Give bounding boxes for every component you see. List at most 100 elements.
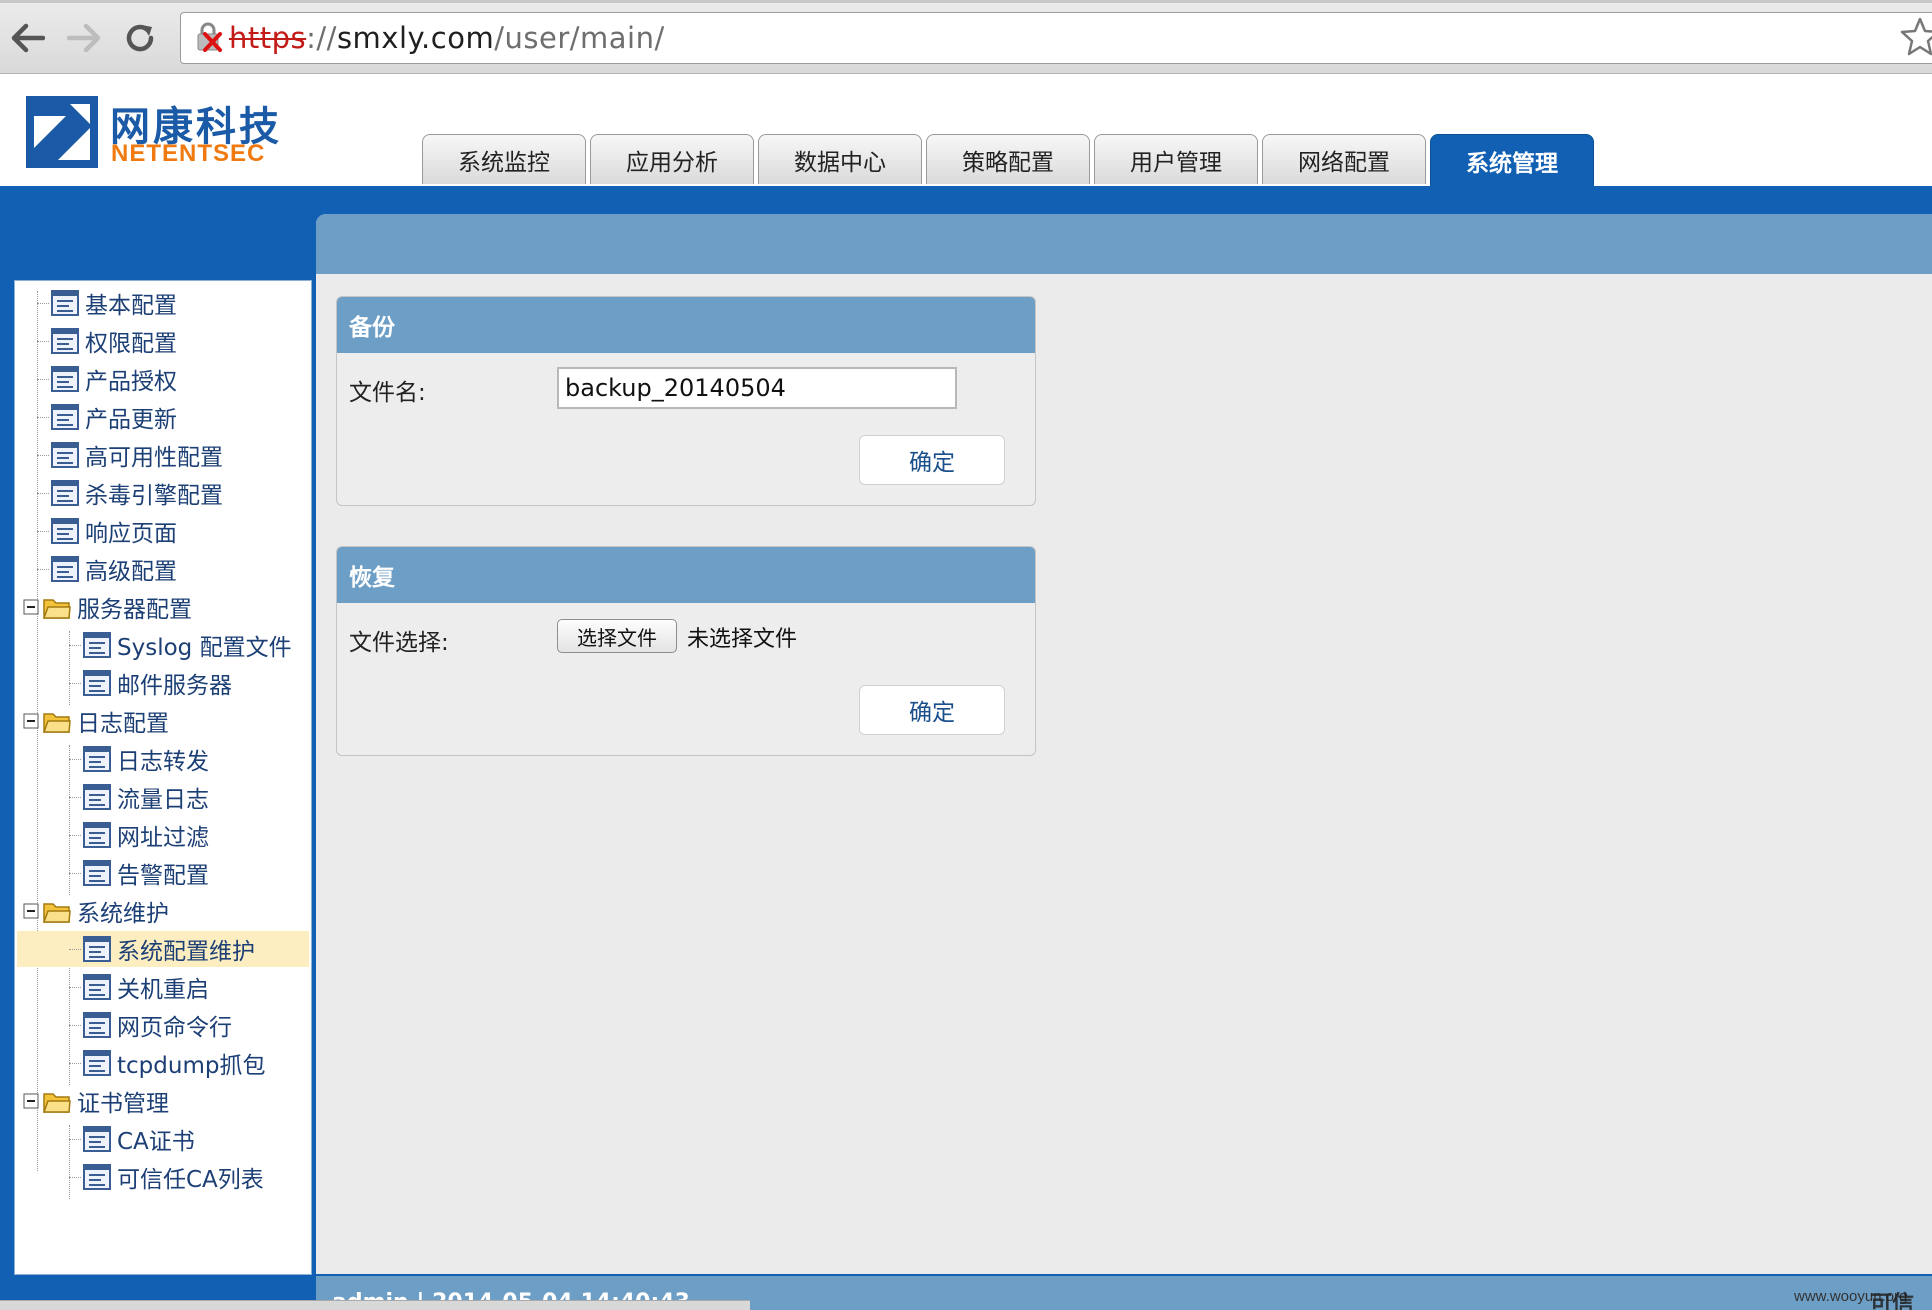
tree-branch: [69, 796, 81, 798]
tree-branch: [69, 1024, 81, 1026]
sidebar-item-url-filter[interactable]: 网址过滤: [69, 817, 209, 853]
restore-confirm-button[interactable]: 确定: [859, 685, 1005, 735]
tab-system-management[interactable]: 系统管理: [1430, 134, 1594, 186]
sidebar-item-alert-config[interactable]: 告警配置: [69, 855, 209, 891]
sidebar-item-label: 可信任CA列表: [117, 1167, 264, 1193]
sidebar-item-permission-config[interactable]: 权限配置: [37, 323, 177, 359]
reload-button[interactable]: [120, 18, 160, 58]
collapse-toggle-icon[interactable]: [23, 599, 39, 615]
sidebar-tree: 基本配置 权限配置 产品授权 产品更新 高可用性配置 杀毒引擎配置 响应页面 高…: [14, 280, 312, 1275]
sidebar-item-label: 网页命令行: [117, 1015, 232, 1041]
sidebar-item-ca-certificate[interactable]: CA证书: [69, 1121, 195, 1157]
page-icon: [83, 936, 111, 962]
sidebar-item-label: tcpdump抓包: [117, 1053, 266, 1079]
content-header-bar: [316, 214, 1932, 274]
folder-open-icon: [43, 1093, 71, 1113]
star-icon: [1900, 17, 1932, 56]
forward-button[interactable]: [64, 18, 104, 58]
sidebar-folder-system-maintenance[interactable]: 系统维护: [23, 893, 169, 929]
address-bar[interactable]: https://smxly.com/user/main/: [180, 12, 1932, 64]
sidebar-item-log-forward[interactable]: 日志转发: [69, 741, 209, 777]
tree-branch: [37, 530, 49, 532]
page-icon: [83, 860, 111, 886]
no-file-chosen-text: 未选择文件: [687, 627, 798, 652]
sidebar-item-label: 告警配置: [117, 863, 209, 889]
back-button[interactable]: [8, 18, 48, 58]
tree-branch: [69, 948, 81, 950]
sidebar-item-label: 网址过滤: [117, 825, 209, 851]
collapse-toggle-icon[interactable]: [23, 1093, 39, 1109]
collapse-toggle-icon[interactable]: [23, 903, 39, 919]
tab-policy-config[interactable]: 策略配置: [926, 134, 1090, 184]
restore-panel: 恢复 文件选择: 选择文件 未选择文件 确定: [336, 546, 1036, 756]
sidebar-folder-server-config[interactable]: 服务器配置: [23, 589, 192, 625]
tab-app-analysis[interactable]: 应用分析: [590, 134, 754, 184]
sidebar-item-product-license[interactable]: 产品授权: [37, 361, 177, 397]
tree-branch: [69, 758, 81, 760]
url-separator: ://: [306, 21, 337, 55]
tree-branch: [69, 682, 81, 684]
sidebar-item-product-update[interactable]: 产品更新: [37, 399, 177, 435]
corner-label: 可信: [1870, 1292, 1915, 1310]
sidebar-item-advanced-config[interactable]: 高级配置: [37, 551, 177, 587]
tree-branch: [37, 568, 49, 570]
sidebar-item-basic-config[interactable]: 基本配置: [37, 285, 177, 321]
sidebar-item-label: 邮件服务器: [117, 673, 232, 699]
broken-lock-icon: [197, 22, 222, 52]
page-icon: [83, 1012, 111, 1038]
page-icon: [83, 822, 111, 848]
sidebar-item-mail-server[interactable]: 邮件服务器: [69, 665, 232, 701]
url-scheme: https: [229, 21, 307, 55]
sidebar-item-label: 服务器配置: [77, 597, 192, 623]
sidebar-item-traffic-log[interactable]: 流量日志: [69, 779, 209, 815]
tab-data-center[interactable]: 数据中心: [758, 134, 922, 184]
url-path: /user/main/: [494, 21, 665, 55]
sidebar-item-label: 杀毒引擎配置: [85, 483, 223, 509]
page-icon: [51, 556, 79, 582]
tree-branch: [37, 454, 49, 456]
main-content: 备份 文件名: 确定 恢复 文件选择: 选择文件 未选择文件 确定: [316, 214, 1932, 1274]
tree-branch: [69, 1138, 81, 1140]
tab-user-management[interactable]: 用户管理: [1094, 134, 1258, 184]
tree-branch: [69, 872, 81, 874]
sidebar-item-web-cli[interactable]: 网页命令行: [69, 1007, 232, 1043]
tab-strip-edge: [0, 0, 1932, 3]
sidebar-item-tcpdump[interactable]: tcpdump抓包: [69, 1045, 265, 1081]
tab-system-monitor[interactable]: 系统监控: [422, 134, 586, 184]
page-icon: [51, 442, 79, 468]
sidebar-item-label: 产品授权: [85, 369, 177, 395]
sidebar-item-label: 证书管理: [77, 1091, 169, 1117]
sidebar-item-shutdown-restart[interactable]: 关机重启: [69, 969, 209, 1005]
main-tab-bar: 系统监控 应用分析 数据中心 策略配置 用户管理 网络配置 系统管理: [422, 134, 1594, 186]
sidebar-item-antivirus-engine[interactable]: 杀毒引擎配置: [37, 475, 223, 511]
sidebar-item-high-availability[interactable]: 高可用性配置: [37, 437, 223, 473]
backup-panel-title: 备份: [337, 297, 1035, 353]
sidebar-item-label: 权限配置: [85, 331, 177, 357]
file-select-label: 文件选择:: [349, 630, 449, 656]
tab-network-config[interactable]: 网络配置: [1262, 134, 1426, 184]
sidebar-item-label: 高可用性配置: [85, 445, 223, 471]
sidebar-item-label: 关机重启: [117, 977, 209, 1003]
bookmark-star-button[interactable]: [1900, 16, 1932, 56]
horizontal-scrollbar[interactable]: [0, 1300, 750, 1310]
sidebar-item-config-maintenance[interactable]: 系统配置维护: [17, 931, 309, 967]
tree-branch: [69, 1062, 81, 1064]
tree-branch: [37, 302, 49, 304]
sidebar-folder-log-config[interactable]: 日志配置: [23, 703, 169, 739]
backup-confirm-button[interactable]: 确定: [859, 435, 1005, 485]
reload-icon: [126, 24, 154, 52]
backup-filename-input[interactable]: [557, 367, 957, 409]
collapse-toggle-icon[interactable]: [23, 713, 39, 729]
tree-branch: [37, 340, 49, 342]
logo-name-en: NETENTSEC: [111, 140, 266, 167]
page-icon: [83, 784, 111, 810]
sidebar-item-label: 高级配置: [85, 559, 177, 585]
sidebar-item-trusted-ca-list[interactable]: 可信任CA列表: [69, 1159, 264, 1195]
sidebar-item-response-page[interactable]: 响应页面: [37, 513, 177, 549]
sidebar-folder-certificate-management[interactable]: 证书管理: [23, 1083, 169, 1119]
choose-file-button[interactable]: 选择文件: [557, 619, 677, 653]
company-logo: 网康科技 NETENTSEC: [26, 96, 296, 168]
page-icon: [83, 1126, 111, 1152]
sidebar-item-label: 响应页面: [85, 521, 177, 547]
sidebar-item-syslog-config[interactable]: Syslog 配置文件: [69, 627, 292, 663]
